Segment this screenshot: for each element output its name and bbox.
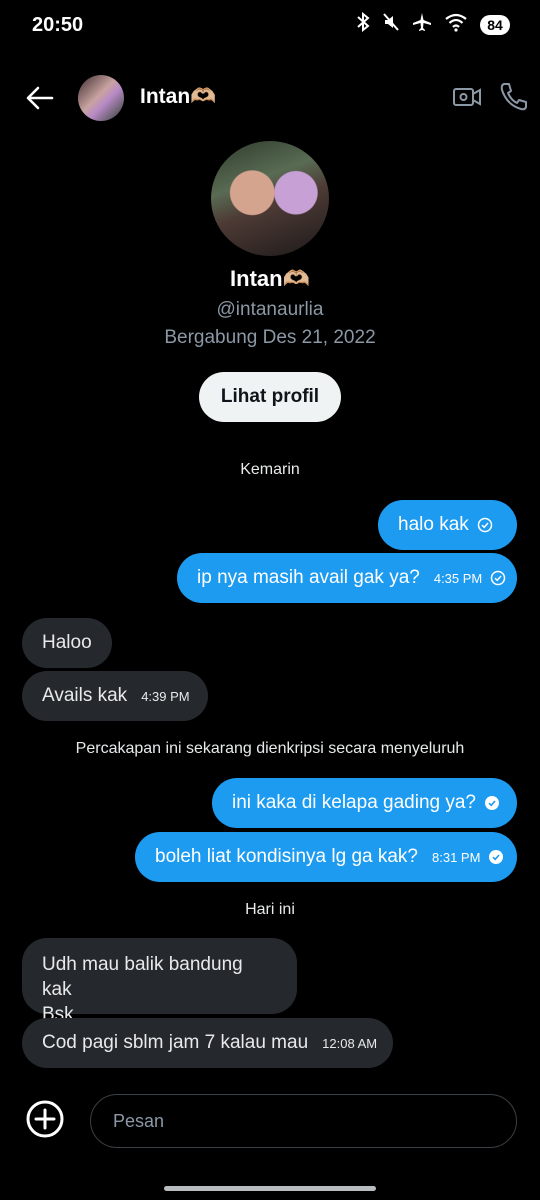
back-arrow-icon[interactable]: [24, 82, 56, 114]
sent-check-icon: [490, 570, 506, 586]
encryption-notice: Percakapan ini sekarang dienkripsi secar…: [75, 740, 465, 757]
message-text-line: Udh mau balik bandung kak: [42, 954, 243, 1000]
read-check-icon: [484, 795, 500, 811]
status-bar: 20:50 84: [0, 0, 540, 54]
video-call-icon[interactable]: [452, 82, 482, 117]
date-divider-yesterday: Kemarin: [240, 461, 300, 478]
message-bubble-incoming[interactable]: Haloo: [22, 618, 112, 668]
home-indicator[interactable]: [164, 1186, 376, 1191]
airplane-icon: [412, 12, 432, 37]
view-profile-button[interactable]: Lihat profil: [199, 372, 341, 422]
battery-level: 84: [480, 14, 510, 35]
message-bubble-outgoing[interactable]: ip nya masih avail gak ya? 4:35 PM: [177, 553, 517, 603]
message-bubble-outgoing[interactable]: boleh liat kondisinya lg ga kak? 8:31 PM: [135, 832, 517, 882]
message-time: 12:08 AM: [322, 1035, 378, 1051]
read-check-icon: [488, 849, 504, 865]
phone-call-icon[interactable]: [498, 80, 528, 117]
add-attachment-icon[interactable]: [26, 1100, 64, 1138]
compose-bar: [0, 1094, 540, 1150]
message-time: 8:31 PM: [432, 849, 481, 865]
message-time: 4:35 PM: [433, 570, 483, 586]
profile-name: Intan🫶🏼: [230, 266, 310, 291]
profile-joined-date: Bergabung Des 21, 2022: [164, 327, 376, 348]
message-text: halo kak: [398, 514, 469, 535]
profile-avatar[interactable]: [211, 141, 329, 256]
message-bubble-outgoing[interactable]: ini kaka di kelapa gading ya?: [212, 778, 517, 828]
status-icons: 84: [356, 11, 510, 37]
message-text: ini kaka di kelapa gading ya?: [232, 792, 477, 813]
message-bubble-outgoing[interactable]: halo kak: [378, 500, 517, 550]
message-bubble-incoming[interactable]: Udh mau balik bandung kak Bsk: [22, 938, 297, 1025]
message-text: boleh liat kondisinya lg ga kak?: [155, 846, 419, 867]
header-avatar[interactable]: [78, 75, 124, 121]
message-text: Avails kak: [42, 685, 128, 706]
mute-icon: [382, 12, 400, 37]
status-time: 20:50: [32, 14, 84, 36]
message-text: Haloo: [42, 632, 92, 653]
message-time: 4:39 PM: [141, 688, 190, 704]
message-bubble-incoming[interactable]: Avails kak 4:39 PM: [22, 671, 208, 721]
message-text: ip nya masih avail gak ya?: [197, 567, 420, 588]
message-input[interactable]: [90, 1094, 517, 1148]
wifi-icon: [444, 12, 468, 37]
message-bubble-incoming[interactable]: Cod pagi sblm jam 7 kalau mau 12:08 AM: [22, 1018, 393, 1068]
sent-check-icon: [477, 517, 493, 533]
conversation-header: Intan🫶🏼: [0, 70, 540, 126]
profile-handle: @intanaurlia: [216, 299, 324, 320]
date-divider-today: Hari ini: [245, 901, 295, 918]
header-name[interactable]: Intan🫶🏼: [140, 85, 216, 109]
bluetooth-icon: [356, 11, 370, 37]
message-text: Cod pagi sblm jam 7 kalau mau: [42, 1032, 309, 1053]
